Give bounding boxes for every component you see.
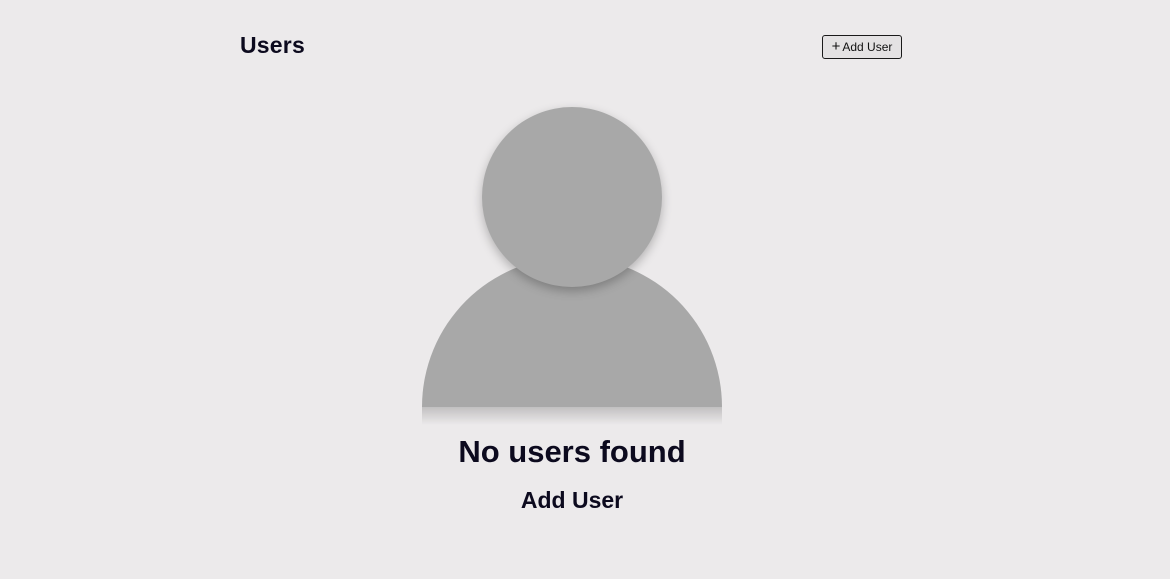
add-user-button-label: Add User <box>842 40 893 54</box>
users-page: Users + Add User No users found Add User <box>0 0 1170 579</box>
silhouette-head <box>482 107 662 287</box>
add-user-button[interactable]: + Add User <box>822 35 902 59</box>
empty-state-add-user-link[interactable]: Add User <box>0 485 1144 515</box>
empty-state-title: No users found <box>458 434 686 469</box>
silhouette-shadow <box>422 407 722 425</box>
plus-icon: + <box>831 38 841 55</box>
user-silhouette-icon <box>422 107 722 427</box>
page-title: Users <box>240 32 305 58</box>
